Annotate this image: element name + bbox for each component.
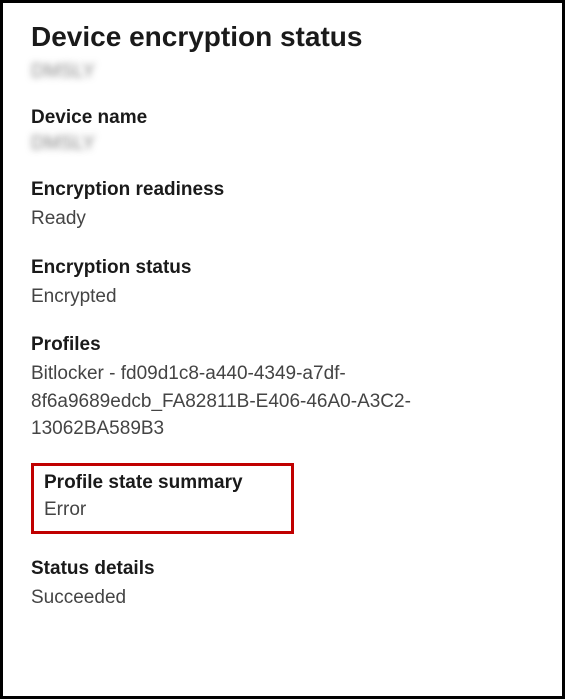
device-name-label: Device name (31, 107, 534, 129)
encryption-status-section: Encryption status Encrypted (31, 257, 534, 311)
profiles-value: Bitlocker - fd09d1c8-a440-4349-a7df-8f6a… (31, 360, 534, 443)
status-details-label: Status details (31, 558, 534, 580)
device-name-section: Device name DMSLY (31, 107, 534, 155)
encryption-readiness-section: Encryption readiness Ready (31, 179, 534, 233)
encryption-readiness-value: Ready (31, 205, 534, 233)
status-details-section: Status details Succeeded (31, 558, 534, 612)
profiles-section: Profiles Bitlocker - fd09d1c8-a440-4349-… (31, 334, 534, 443)
profiles-label: Profiles (31, 334, 534, 356)
profile-state-summary-label: Profile state summary (44, 472, 281, 494)
profile-state-summary-highlight: Profile state summary Error (31, 463, 294, 535)
subtitle-blurred: DMSLY (31, 61, 534, 83)
status-details-value: Succeeded (31, 584, 534, 612)
device-name-value: DMSLY (31, 133, 95, 155)
page-title: Device encryption status (31, 21, 534, 53)
encryption-status-label: Encryption status (31, 257, 534, 279)
encryption-status-value: Encrypted (31, 283, 534, 311)
profile-state-summary-value: Error (44, 496, 281, 524)
encryption-readiness-label: Encryption readiness (31, 179, 534, 201)
